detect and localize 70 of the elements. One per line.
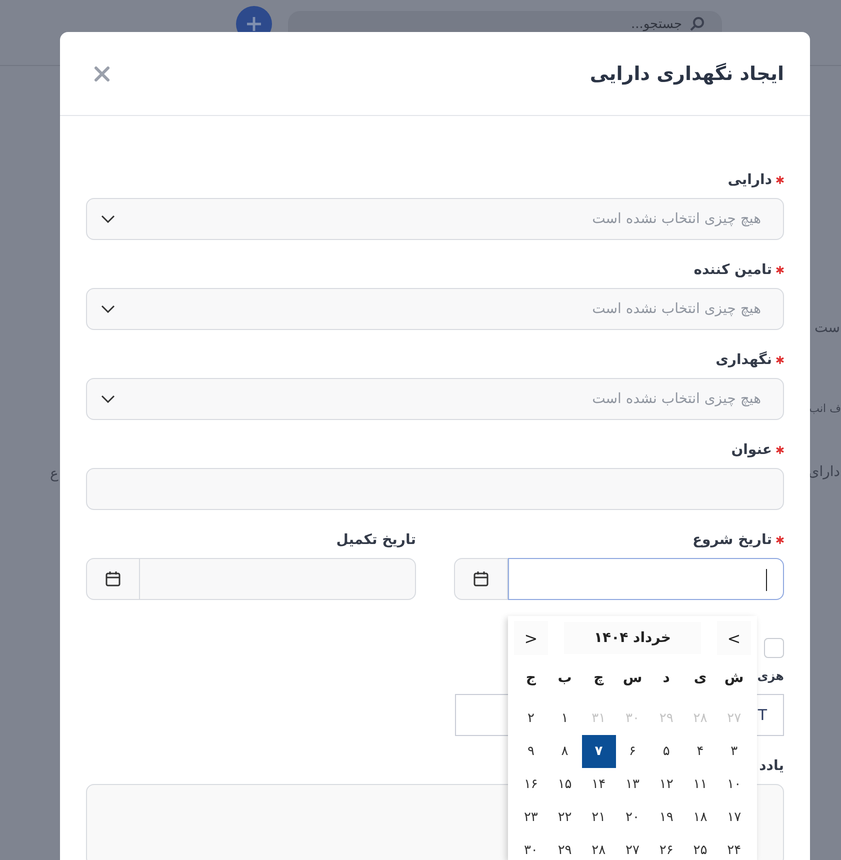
weekday-label: چ <box>592 669 605 688</box>
background-text: ع <box>50 466 58 482</box>
calendar-day[interactable]: ۲۸ <box>582 834 616 860</box>
calendar-day[interactable]: ۲۹ <box>548 834 582 860</box>
calendar-day[interactable]: ۲۴ <box>717 834 751 860</box>
checkbox[interactable] <box>764 638 784 658</box>
weekday-label: د <box>662 669 671 688</box>
calendar-day[interactable]: ۱۹ <box>649 801 684 834</box>
calendar-day[interactable]: ۱۵ <box>548 768 582 801</box>
calendar-day[interactable]: ۲۵ <box>683 834 718 860</box>
calendar-day[interactable]: ۲۰ <box>616 801 650 834</box>
weekday-label: س <box>622 669 644 688</box>
calendar-button[interactable] <box>86 558 140 600</box>
calendar-day[interactable]: ۳۰ <box>514 834 548 860</box>
calendar-day[interactable]: ۲۳ <box>514 801 548 834</box>
plus-icon <box>246 16 262 32</box>
calendar-day[interactable]: ۱۸ <box>683 801 718 834</box>
calendar-icon <box>105 571 121 587</box>
chevron-down-icon <box>101 395 115 403</box>
calendar-day[interactable]: ۲۱ <box>582 801 616 834</box>
calendar-day[interactable]: ۲۶ <box>649 834 684 860</box>
calendar-day[interactable]: ۸ <box>548 735 582 768</box>
chevron-down-icon <box>101 305 115 313</box>
calendar-day[interactable]: ۲۷ <box>616 834 650 860</box>
background-text: ست <box>814 320 840 336</box>
text-input[interactable] <box>86 468 784 510</box>
field-label: تاریخ تکمیل <box>336 532 416 548</box>
calendar-day[interactable]: ۱۱ <box>683 768 718 801</box>
calendar-day[interactable]: ۱۳ <box>616 768 650 801</box>
calendar-day[interactable]: ۲۲ <box>548 801 582 834</box>
calendar-day[interactable]: ۱ <box>548 702 582 735</box>
calendar-day[interactable]: ۱۲ <box>649 768 684 801</box>
calendar-day[interactable]: ۶ <box>616 735 650 768</box>
background-text: دارای <box>808 464 840 480</box>
date-input[interactable] <box>140 558 416 600</box>
weekday-label: ج <box>524 669 537 688</box>
dialog-title: ایجاد نگهداری دارایی <box>590 62 784 84</box>
calendar-day[interactable]: ۱۷ <box>717 801 751 834</box>
calendar-day[interactable]: ۱۴ <box>582 768 616 801</box>
field-label: نگهداری <box>716 352 772 368</box>
calendar-day[interactable]: ۱۰ <box>717 768 751 801</box>
background-text: ف انب <box>809 402 841 415</box>
field-label: هزی <box>757 669 784 683</box>
close-button[interactable] <box>92 64 112 84</box>
calendar-day[interactable]: ۴ <box>683 735 718 768</box>
calendar-day[interactable]: ۷ <box>582 735 616 768</box>
calendar-day[interactable]: ۱۶ <box>514 768 548 801</box>
field-label: دارایی <box>728 172 772 188</box>
weekday-label: ش <box>723 669 745 688</box>
calendar-icon <box>473 571 489 587</box>
calendar-button[interactable] <box>454 558 508 600</box>
field-label: تاریخ شروع <box>692 532 772 548</box>
text-cursor <box>766 569 767 591</box>
weekday-label: ب <box>556 669 573 688</box>
close-icon <box>94 66 110 82</box>
field-label: یادد <box>759 758 784 774</box>
chevron-down-icon <box>101 215 115 223</box>
field-label: عنوان <box>731 442 772 458</box>
month-title: خرداد ۱۴۰۴ <box>564 622 702 654</box>
calendar-day[interactable]: ۵ <box>649 735 684 768</box>
field-label: تامین کننده <box>694 262 772 278</box>
search-placeholder: جستجو... <box>630 16 682 32</box>
next-month-button[interactable]: > <box>514 621 548 655</box>
calendar-day[interactable]: ۲ <box>514 702 548 735</box>
search-icon <box>690 16 704 30</box>
calendar-day[interactable]: ۳ <box>717 735 751 768</box>
date-input[interactable] <box>508 558 784 600</box>
calendar-day[interactable]: ۹ <box>514 735 548 768</box>
weekday-label: ی <box>692 669 708 688</box>
previous-month-button[interactable]: < <box>717 621 751 655</box>
